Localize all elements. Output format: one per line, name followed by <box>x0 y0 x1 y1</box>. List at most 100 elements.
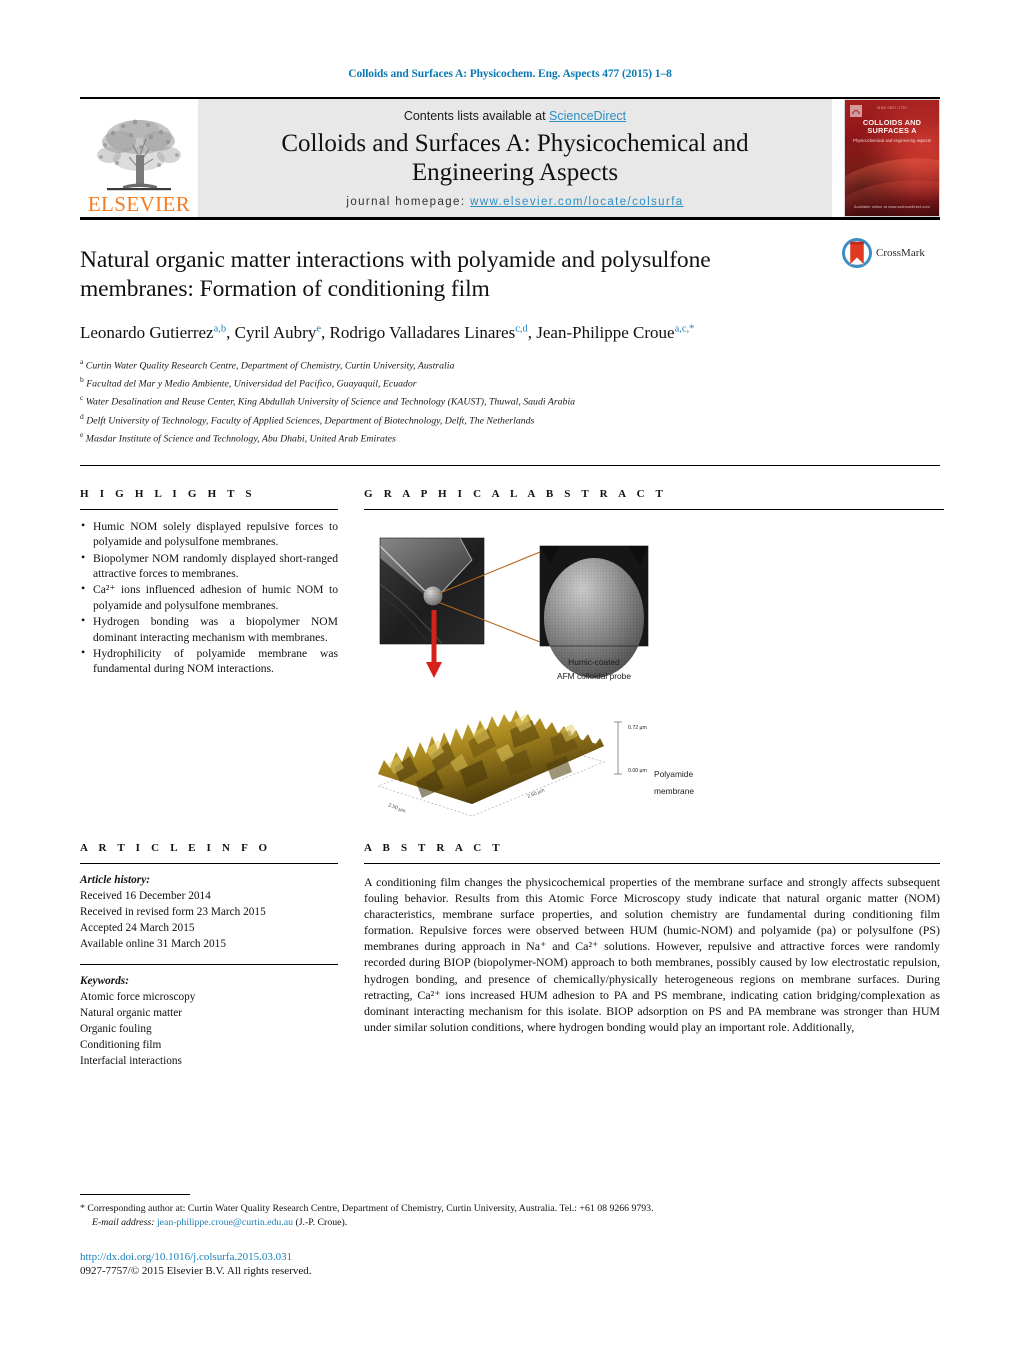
cover-subtitle: Physicochemical and engineering aspects <box>853 138 931 143</box>
highlights-heading: H I G H L I G H T S <box>80 487 256 500</box>
article-info-rule <box>80 862 338 864</box>
afm-caption-line1: Polyamide <box>654 769 693 779</box>
affiliation-item: e Masdar Institute of Science and Techno… <box>80 429 940 447</box>
affiliation-text: Curtin Water Quality Research Centre, De… <box>85 360 455 372</box>
article-history-item: Accepted 24 March 2015 <box>80 921 195 934</box>
highlights-list: Humic NOM solely displayed repulsive for… <box>80 518 338 677</box>
article-history-item: Received in revised form 23 March 2015 <box>80 905 266 918</box>
list-item: Hydrophilicity of polyamide membrane was… <box>80 645 338 677</box>
title-block: CrossMark Natural organic matter interac… <box>80 220 940 447</box>
journal-masthead: ELSEVIER Contents lists available at Sci… <box>80 99 940 217</box>
affiliation-list: a Curtin Water Quality Research Centre, … <box>80 356 940 447</box>
articleinfo-abstract-row: A R T I C L E I N F O Article history: R… <box>80 842 940 1069</box>
afm-yaxis-label: 2.50 µm <box>527 787 546 799</box>
afm-xaxis-label: 2.50 µm <box>387 802 406 814</box>
affiliation-marker: e <box>80 429 84 439</box>
email-link[interactable]: jean-philippe.croue@curtin.edu.au <box>157 1217 293 1228</box>
abstract-column: A B S T R A C T A conditioning film chan… <box>364 842 940 1069</box>
email-owner: (J.-P. Croue). <box>295 1217 348 1229</box>
affiliation-text: Masdar Institute of Science and Technolo… <box>85 432 396 444</box>
affiliation-item: a Curtin Water Quality Research Centre, … <box>80 356 940 374</box>
afm-caption-line2: membrane <box>654 786 694 796</box>
list-item: Biopolymer NOM randomly displayed short-… <box>80 550 338 582</box>
article-info-heading: A R T I C L E I N F O <box>80 841 272 854</box>
keyword-item: Natural organic matter <box>80 1007 183 1020</box>
corresponding-text: Corresponding author at: Curtin Water Qu… <box>87 1202 654 1214</box>
keywords-block: Keywords: Atomic force microscopy Natura… <box>80 973 338 1069</box>
sciencedirect-link[interactable]: ScienceDirect <box>549 109 626 123</box>
doi-link[interactable]: http://dx.doi.org/10.1016/j.colsurfa.201… <box>80 1251 292 1263</box>
article-history-item: Available online 31 March 2015 <box>80 937 226 950</box>
masthead-center-panel: Contents lists available at ScienceDirec… <box>198 99 832 217</box>
page-title: Natural organic matter interactions with… <box>80 247 711 303</box>
journal-cover-thumbnail[interactable]: ISSN 0927-7757 COLLOIDS AND SURFACES A P… <box>844 99 940 217</box>
list-item: Ca²⁺ ions influenced adhesion of humic N… <box>80 581 338 613</box>
email-label: E-mail address: <box>92 1217 155 1229</box>
email-line: E-mail address: jean-philippe.croue@curt… <box>80 1216 940 1231</box>
doi-line: http://dx.doi.org/10.1016/j.colsurfa.201… <box>80 1251 940 1263</box>
affiliation-marker: c <box>80 393 84 403</box>
affiliation-item: c Water Desalination and Reuse Center, K… <box>80 392 940 410</box>
affiliation-marker: d <box>80 411 84 421</box>
cover-bottom-band: Available online at www.sciencedirect.co… <box>854 205 930 209</box>
crossmark-badge[interactable]: CrossMark <box>842 238 940 268</box>
copyright-line: 0927-7757/© 2015 Elsevier B.V. All right… <box>80 1265 312 1277</box>
affiliation-item: d Delft University of Technology, Facult… <box>80 411 940 429</box>
afm-zmax-label: 0.72 µm <box>628 725 647 731</box>
keywords-label: Keywords: <box>80 974 129 987</box>
corresponding-marker: * <box>80 1202 85 1214</box>
keywords-rule <box>80 963 338 965</box>
graphical-abstract-figure: Humic-coated AFM colloidal probe 0.72 µm… <box>364 524 944 824</box>
journal-homepage-link[interactable]: www.elsevier.com/locate/colsurfa <box>470 196 684 208</box>
affiliation-item: b Facultad del Mar y Medio Ambiente, Uni… <box>80 374 940 392</box>
corresponding-author-note: * Corresponding author at: Curtin Water … <box>80 1202 940 1231</box>
highlights-rule <box>80 508 338 510</box>
highlights-column: H I G H L I G H T S Humic NOM solely dis… <box>80 488 338 824</box>
running-head: Colloids and Surfaces A: Physicochem. En… <box>348 68 672 80</box>
article-history-label: Article history: <box>80 873 150 886</box>
affiliation-marker: b <box>80 375 84 385</box>
affiliation-text: Water Desalination and Reuse Center, Kin… <box>85 396 576 408</box>
keyword-item: Atomic force microscopy <box>80 991 196 1004</box>
affiliation-text: Delft University of Technology, Faculty … <box>86 414 535 426</box>
abstract-rule <box>364 862 940 864</box>
graphical-abstract-heading: G R A P H I C A L A B S T R A C T <box>364 487 668 500</box>
journal-title: Colloids and Surfaces A: Physicochemical… <box>281 129 749 187</box>
elsevier-tree-icon <box>97 119 181 191</box>
contents-prefix: Contents lists available at <box>403 108 550 123</box>
title-section-rule <box>80 464 940 466</box>
list-item: Hydrogen bonding was a biopolymer NOM do… <box>80 613 338 645</box>
corresponding-author-line: * Corresponding author at: Curtin Water … <box>80 1202 940 1217</box>
article-page: Colloids and Surfaces A: Physicochem. En… <box>0 0 1020 1351</box>
author-list: Leonardo Gutierreza,b, Cyril Aubrye, Rod… <box>80 322 695 342</box>
cover-top-band: ISSN 0927-7757 <box>876 106 908 110</box>
afm-roughness-top <box>378 709 604 804</box>
journal-homepage-line: journal homepage: www.elsevier.com/locat… <box>346 196 683 208</box>
homepage-prefix: journal homepage: <box>346 195 471 208</box>
affiliation-text: Facultad del Mar y Medio Ambiente, Unive… <box>86 378 417 390</box>
probe-caption-line1: Humic-coated <box>568 657 620 667</box>
probe-caption-line2: AFM colloidal probe <box>557 671 631 681</box>
cover-journal-name: COLLOIDS AND SURFACES A <box>862 118 922 136</box>
graphical-abstract-rule <box>364 508 944 510</box>
crossmark-icon <box>842 238 872 268</box>
keyword-item: Interfacial interactions <box>80 1055 182 1068</box>
contents-available-line: Contents lists available at ScienceDirec… <box>404 109 626 123</box>
elsevier-wordmark: ELSEVIER <box>87 192 191 216</box>
crossmark-label: CrossMark <box>876 247 925 259</box>
graphical-abstract-column: G R A P H I C A L A B S T R A C T Humic-… <box>364 488 944 824</box>
keyword-item: Organic fouling <box>80 1023 152 1036</box>
page-footer: * Corresponding author at: Curtin Water … <box>80 1193 940 1277</box>
abstract-heading: A B S T R A C T <box>364 841 504 854</box>
article-info-column: A R T I C L E I N F O Article history: R… <box>80 842 338 1069</box>
article-history-block: Article history: Received 16 December 20… <box>80 872 338 952</box>
footnote-rule <box>80 1193 190 1195</box>
list-item: Humic NOM solely displayed repulsive for… <box>80 518 338 550</box>
article-history-item: Received 16 December 2014 <box>80 889 211 902</box>
keyword-item: Conditioning film <box>80 1039 162 1052</box>
affiliation-marker: a <box>80 357 84 367</box>
elsevier-logo: ELSEVIER <box>80 99 198 217</box>
afm-3d-surface: 0.72 µm 0.00 µm 2.50 µm 2.50 µm <box>376 709 647 817</box>
graphical-abstract-svg: Humic-coated AFM colloidal probe 0.72 µm… <box>376 537 694 817</box>
abstract-text: A conditioning film changes the physicoc… <box>364 874 940 1034</box>
